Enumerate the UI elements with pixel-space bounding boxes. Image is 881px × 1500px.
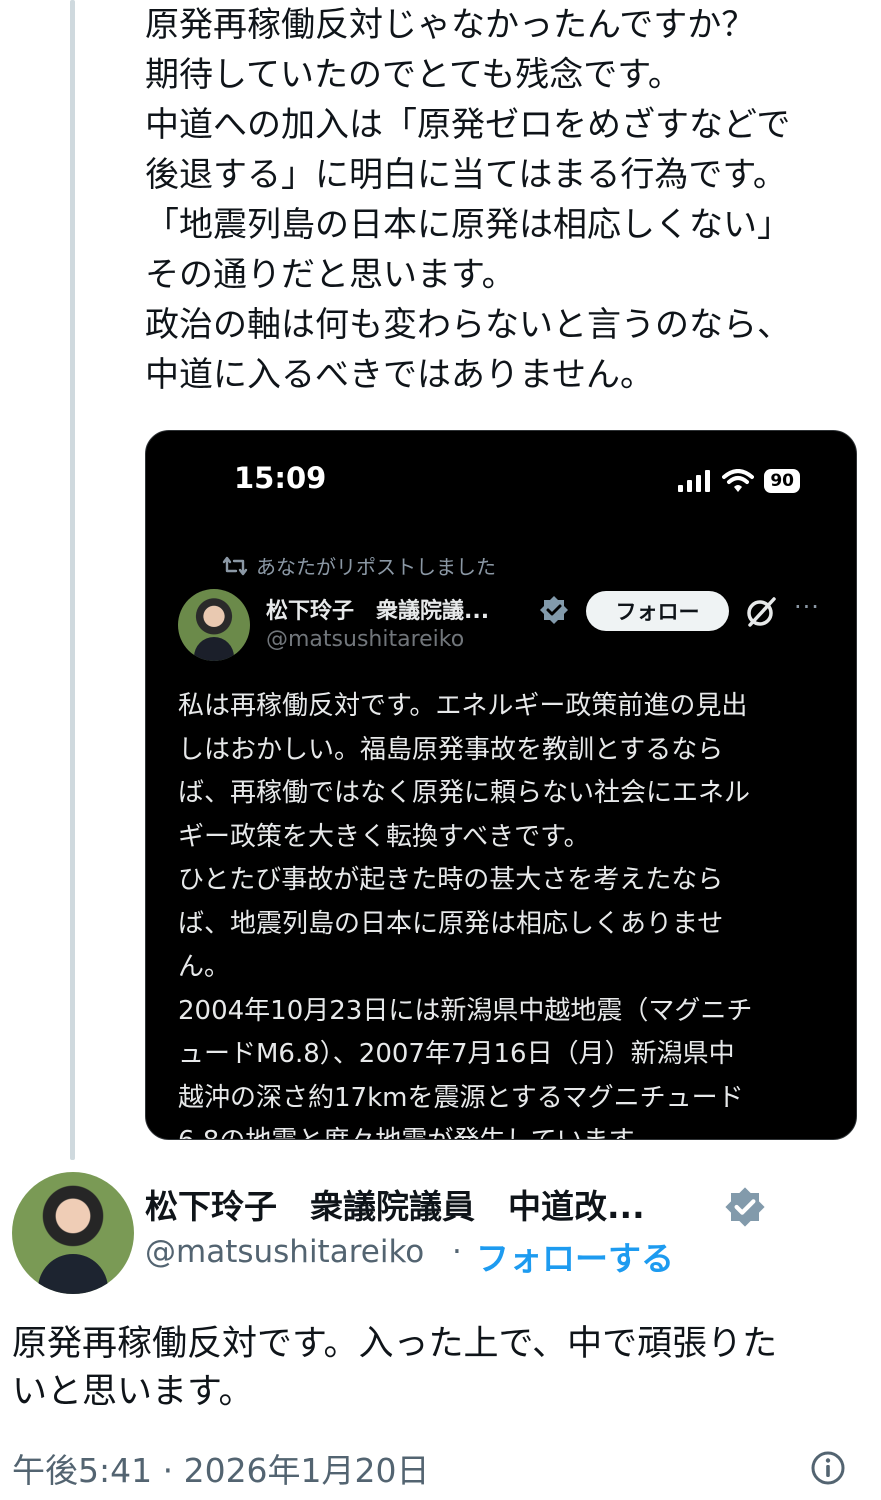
reply-line: 中道に入るべきではありません。	[145, 355, 654, 395]
reply-text: 原発再稼働反対じゃなかったんですか？ 期待していたのでとても残念です。 中道への…	[145, 0, 865, 400]
verified-badge-icon	[725, 1187, 765, 1227]
embed-body-line: ひとたび事故が起きた時の甚大さを考えたなら	[178, 865, 724, 895]
reply-line: その通りだと思います。	[145, 255, 516, 295]
embed-body-line: 2004年10月23日には新潟県中越地震（マグニチ	[178, 995, 753, 1026]
more-icon[interactable]: ···	[794, 593, 820, 621]
grok-icon[interactable]	[744, 595, 778, 629]
embed-follow-button[interactable]: フォロー	[586, 591, 729, 631]
reply-line: 中道への加入は「原発ゼロをめざすなどで	[145, 105, 791, 145]
avatar[interactable]	[12, 1172, 134, 1294]
tweet-text-line: 原発再稼働反対です。入った上で、中で頑張りた	[12, 1324, 778, 1364]
verified-badge-icon	[540, 596, 568, 624]
embed-body-line: 6.8の地震と度々地震が発生しています。	[178, 1120, 838, 1139]
embed-body-line: 私は再稼働反対です。エネルギー政策前進の見出	[178, 691, 748, 721]
embed-body-line: ギー政策を大きく転換すべきです。	[178, 821, 590, 852]
embed-body-line: ば、地震列島の日本に原発は相応しくありませ	[178, 908, 724, 939]
embed-body-line: ュードM6.8）、2007年7月16日（月）新潟県中	[178, 1039, 735, 1069]
repost-icon	[222, 556, 248, 575]
reply-line: 期待していたのでとても残念です。	[145, 55, 682, 95]
embed-body-line: しはおかしい。福島原発事故を教訓とするなら	[178, 734, 724, 765]
info-icon[interactable]	[810, 1450, 846, 1486]
thread-line	[70, 0, 75, 1160]
follow-button[interactable]: フォローする	[476, 1232, 674, 1280]
wifi-icon	[722, 469, 755, 492]
embed-body: 私は再稼働反対です。エネルギー政策前進の見出 しはおかしい。福島原発事故を教訓と…	[178, 685, 838, 1139]
reply-line: 政治の軸は何も変わらないと言うのなら、	[145, 305, 791, 345]
battery-indicator: 90	[764, 469, 800, 493]
embed-avatar[interactable]	[178, 589, 250, 661]
signal-icon	[678, 470, 711, 492]
reply-line: 「地震列島の日本に原発は相応しくない」	[145, 205, 791, 245]
embedded-screenshot[interactable]: 15:09 90 あなたがリポストしました 松下玲子 衆議院議... フォロー …	[145, 430, 857, 1140]
tweet-text-line: いと思います。	[12, 1372, 254, 1412]
status-bar-icons: 90	[678, 467, 800, 495]
reply-line: 原発再稼働反対じゃなかったんですか？	[145, 5, 756, 45]
embed-body-line: ば、再稼働ではなく原発に頼らない社会にエネル	[178, 778, 751, 808]
reply-line: 後退する」に明白に当てはまる行為です。	[145, 155, 787, 195]
repost-label: あなたがリポストしました	[256, 555, 496, 579]
handle-separator: ·	[452, 1234, 462, 1270]
embed-body-line: 越沖の深さ約17kmを震源とするマグニチュード	[178, 1082, 744, 1113]
embed-body-line: ん。	[178, 952, 231, 982]
embed-handle[interactable]: @matsushitareiko	[266, 627, 464, 652]
timestamp[interactable]: 午後5:41 · 2026年1月20日	[12, 1444, 430, 1492]
author-name[interactable]: 松下玲子 衆議院議員 中道改...	[145, 1180, 645, 1228]
tweet-text: 原発再稼働反対です。入った上で、中で頑張りた いと思います。	[12, 1320, 862, 1416]
embed-author-name[interactable]: 松下玲子 衆議院議...	[266, 593, 489, 625]
repost-indicator: あなたがリポストしました	[222, 551, 496, 580]
author-handle[interactable]: @matsushitareiko	[145, 1234, 424, 1270]
status-bar-time: 15:09	[234, 461, 327, 495]
